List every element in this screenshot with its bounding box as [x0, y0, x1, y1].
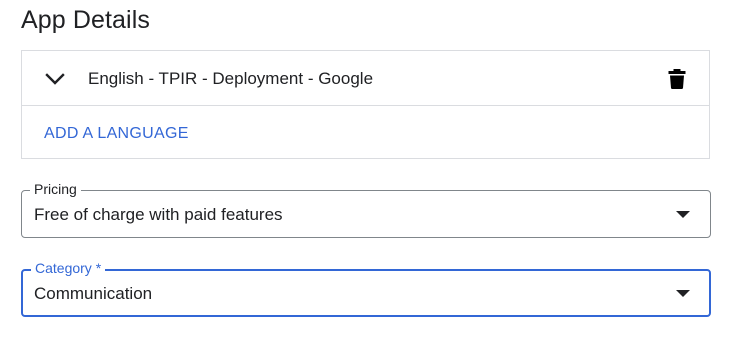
- category-label: Category *: [31, 260, 106, 276]
- language-row[interactable]: English - TPIR - Deployment - Google: [22, 51, 709, 106]
- languages-card: English - TPIR - Deployment - Google ADD…: [21, 50, 710, 159]
- pricing-select[interactable]: Pricing Free of charge with paid feature…: [21, 181, 711, 238]
- pricing-value: Free of charge with paid features: [34, 205, 283, 224]
- category-select[interactable]: Category * Communication: [21, 260, 711, 317]
- page-title: App Details: [21, 6, 150, 34]
- trash-icon[interactable]: [667, 68, 687, 90]
- language-label: English - TPIR - Deployment - Google: [88, 69, 374, 88]
- dropdown-arrow-icon: [676, 211, 690, 218]
- add-language-button[interactable]: ADD A LANGUAGE: [44, 124, 189, 144]
- category-value: Communication: [34, 284, 153, 303]
- dropdown-arrow-icon: [676, 290, 690, 297]
- pricing-label: Pricing: [30, 181, 81, 197]
- chevron-down-icon[interactable]: [44, 68, 66, 90]
